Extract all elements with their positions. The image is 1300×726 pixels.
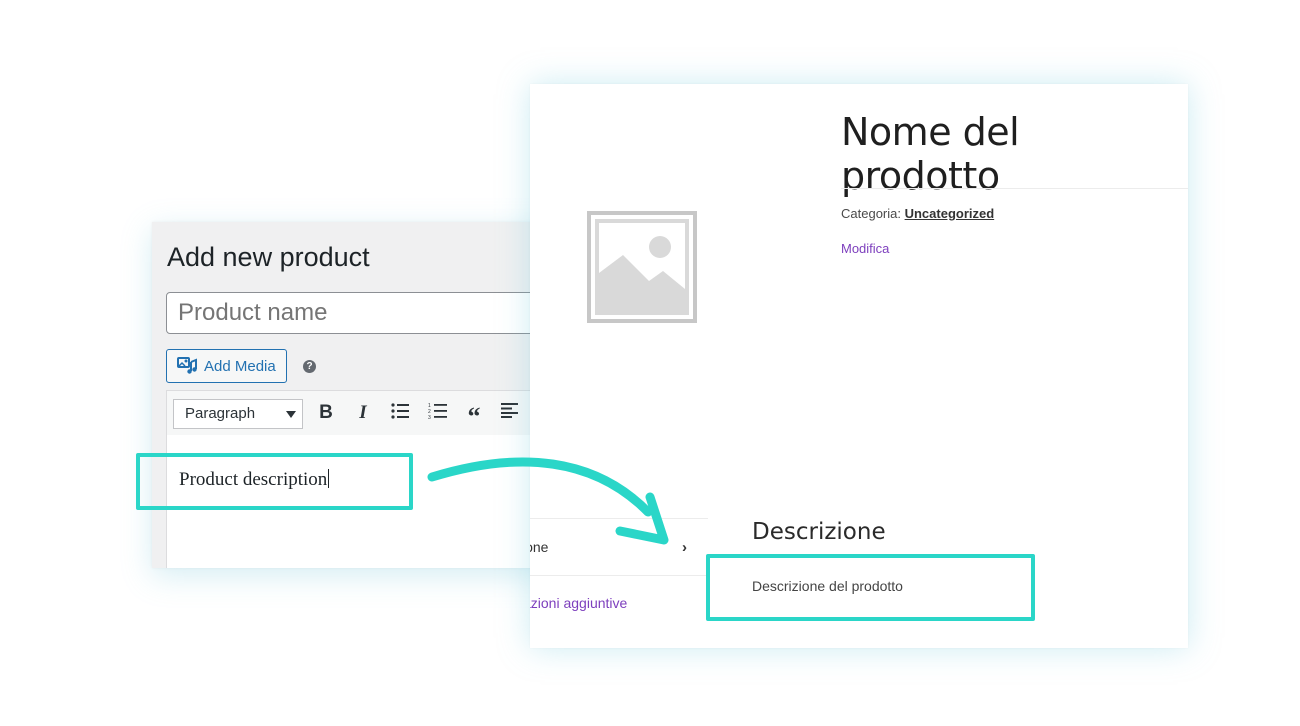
connector-arrow-icon [427, 457, 669, 545]
